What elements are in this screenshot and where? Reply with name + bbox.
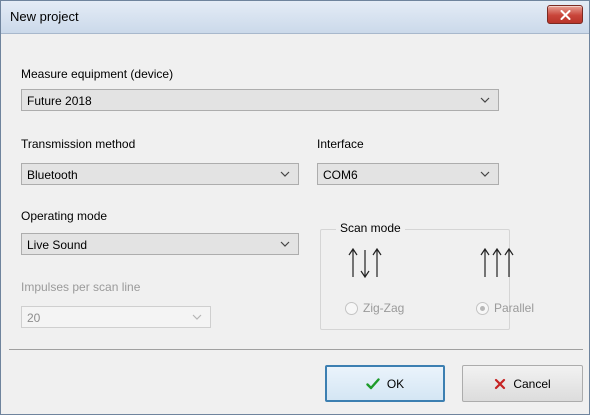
transmission-label: Transmission method [21, 137, 136, 151]
operating-mode-label: Operating mode [21, 209, 108, 223]
impulses-value: 20 [27, 311, 41, 325]
transmission-select[interactable]: Bluetooth [21, 163, 299, 185]
chevron-down-icon [280, 241, 290, 247]
parallel-radio-label[interactable]: Parallel [494, 301, 534, 315]
checkmark-icon [366, 377, 380, 389]
chevron-down-icon [480, 171, 490, 177]
transmission-value: Bluetooth [27, 168, 78, 182]
device-value: Future 2018 [27, 94, 92, 108]
new-project-dialog: New project Measure equipment (device) F… [0, 0, 590, 415]
device-label: Measure equipment (device) [21, 67, 174, 81]
interface-select[interactable]: COM6 [317, 163, 499, 185]
scan-mode-title: Scan mode [336, 221, 405, 235]
button-separator [9, 349, 583, 350]
interface-value: COM6 [323, 168, 358, 182]
zigzag-radio[interactable] [345, 302, 358, 315]
interface-label: Interface [317, 137, 364, 151]
chevron-down-icon [480, 97, 490, 103]
impulses-label: Impulses per scan line [21, 280, 141, 294]
operating-mode-value: Live Sound [27, 238, 88, 252]
impulses-select[interactable]: 20 [21, 306, 211, 328]
dialog-content: Measure equipment (device) Future 2018 T… [9, 34, 583, 406]
ok-button-label: OK [386, 376, 405, 391]
zigzag-radio-label[interactable]: Zig-Zag [363, 301, 404, 315]
close-icon [560, 9, 570, 20]
operating-mode-select[interactable]: Live Sound [21, 233, 299, 255]
cancel-button-label: Cancel [513, 376, 551, 391]
radio-selected-dot [480, 306, 485, 311]
parallel-radio[interactable] [476, 302, 489, 315]
chevron-down-icon [280, 171, 290, 177]
parallel-arrows-icon [480, 247, 514, 277]
device-select[interactable]: Future 2018 [21, 89, 499, 111]
cancel-button[interactable]: Cancel [462, 365, 583, 402]
ok-button[interactable]: OK [325, 365, 445, 402]
title-bar[interactable]: New project [1, 1, 589, 34]
window-title: New project [10, 9, 79, 24]
zigzag-arrows-icon [348, 247, 382, 279]
chevron-down-icon [192, 314, 202, 320]
close-button[interactable] [547, 5, 583, 24]
x-icon [495, 378, 506, 389]
